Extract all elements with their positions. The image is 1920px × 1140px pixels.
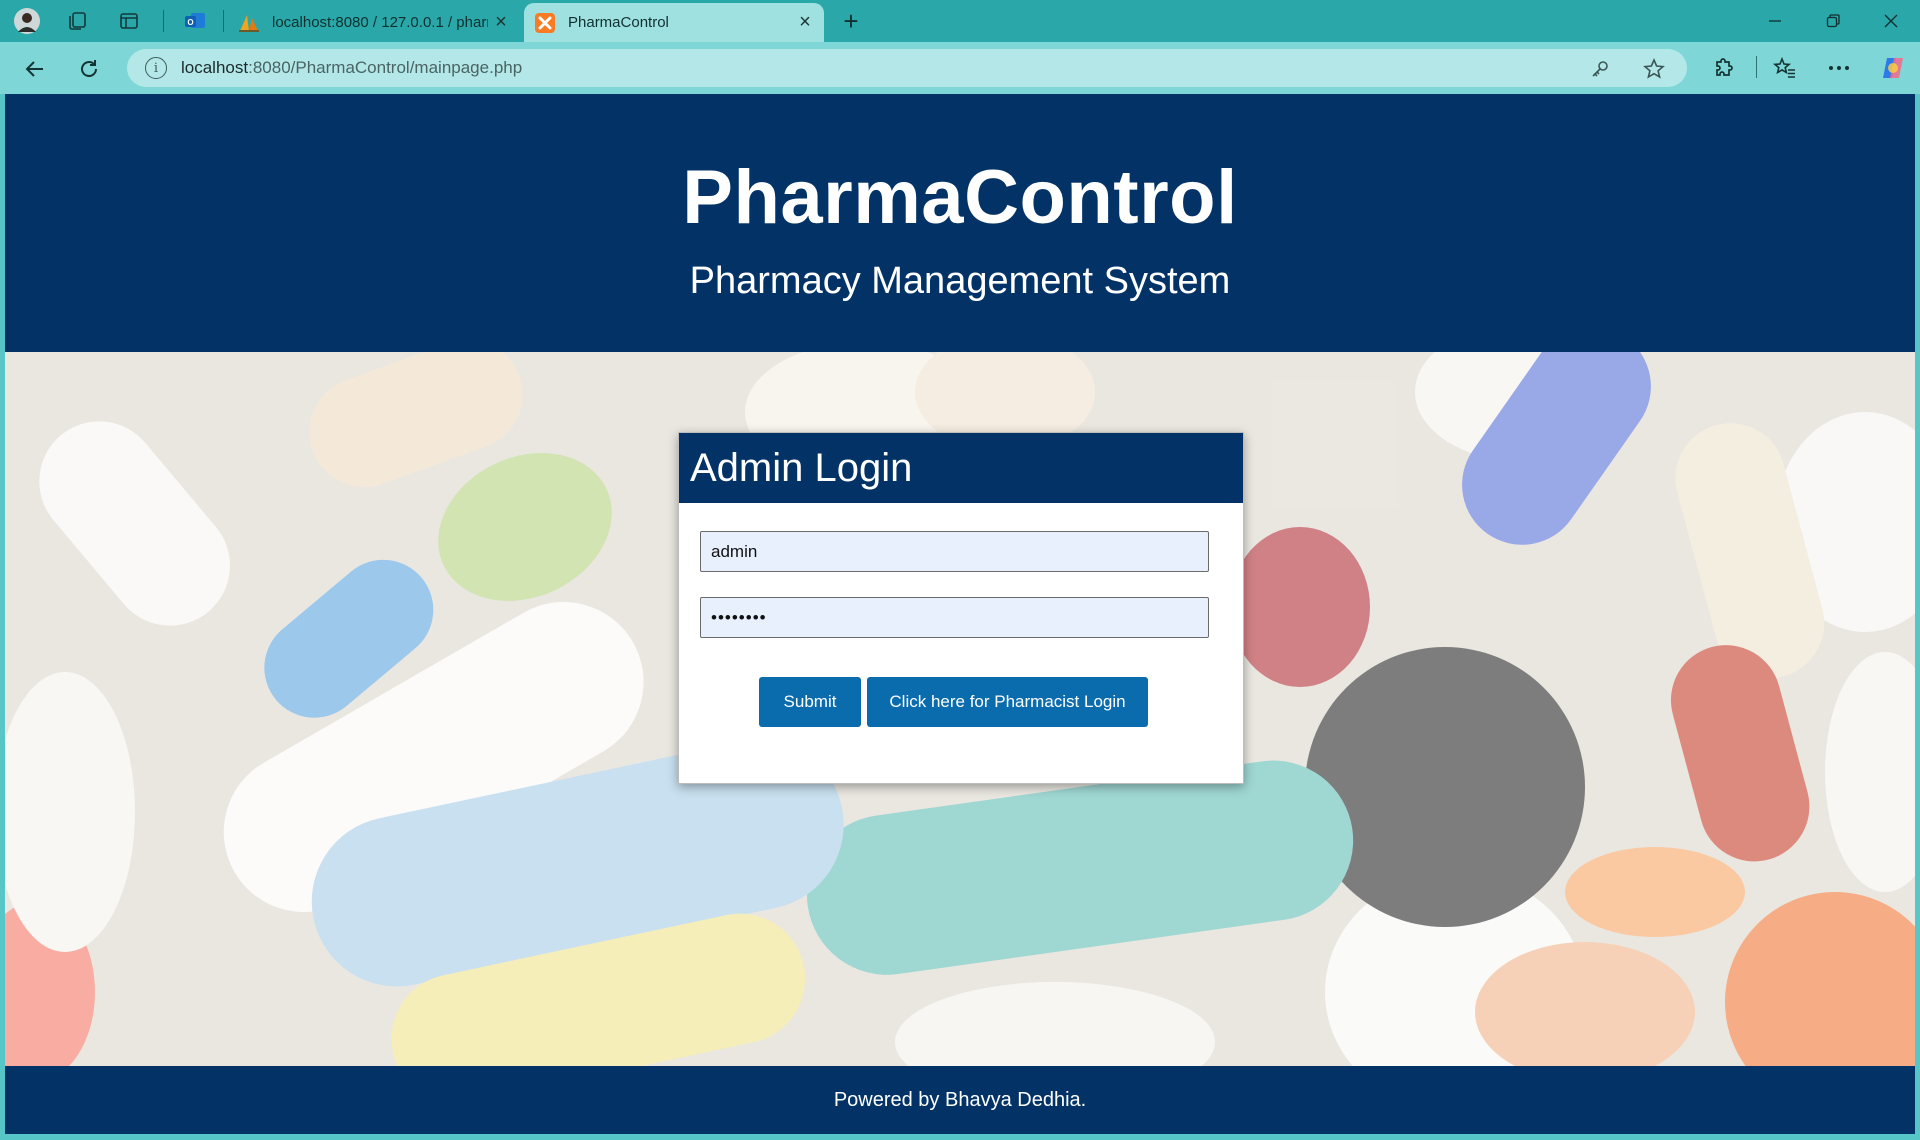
site-header: PharmaControl Pharmacy Management System [5, 94, 1915, 352]
username-input[interactable]: admin [700, 531, 1209, 572]
tab-title: PharmaControl [568, 14, 669, 31]
new-tab-button[interactable]: + [836, 6, 866, 36]
back-icon[interactable] [18, 52, 52, 86]
browser-toolbar: i localhost:8080/PharmaControl/mainpage.… [0, 42, 1920, 94]
submit-button[interactable]: Submit [759, 677, 861, 727]
favorites-icon[interactable] [1769, 52, 1801, 84]
web-page: PharmaControl Pharmacy Management System [5, 94, 1915, 1134]
site-info-icon[interactable]: i [145, 57, 167, 79]
restore-icon[interactable] [1804, 0, 1862, 42]
close-tab-icon[interactable]: × [488, 10, 514, 36]
minimize-icon[interactable] [1746, 0, 1804, 42]
tab-actions-icon[interactable] [114, 6, 144, 36]
address-bar[interactable]: i localhost:8080/PharmaControl/mainpage.… [127, 49, 1687, 87]
site-footer: Powered by Bhavya Dedhia. [5, 1066, 1915, 1134]
more-options-icon[interactable] [1823, 52, 1855, 84]
tab-separator [223, 10, 224, 32]
phpmyadmin-sail-icon [238, 12, 260, 34]
workspaces-icon[interactable] [62, 6, 92, 36]
password-input[interactable]: •••••••• [700, 597, 1209, 638]
login-heading: Admin Login [679, 433, 1243, 503]
xampp-icon [534, 12, 556, 34]
page-title: PharmaControl [682, 155, 1238, 240]
close-tab-icon[interactable]: × [792, 10, 818, 36]
outlook-icon[interactable]: O [180, 6, 210, 36]
tab-separator [163, 10, 164, 32]
admin-login-card: Admin Login admin •••••••• Submit Click … [678, 432, 1244, 784]
extensions-icon[interactable] [1708, 52, 1740, 84]
browser-tab-strip: O localhost:8080 / 127.0.0.1 / pharm × P… [0, 0, 1920, 42]
footer-text: Powered by Bhavya Dedhia. [833, 1088, 1087, 1111]
copilot-icon[interactable] [1877, 52, 1909, 84]
pharmacist-login-button[interactable]: Click here for Pharmacist Login [867, 677, 1148, 727]
url-text: localhost:8080/PharmaControl/mainpage.ph… [181, 58, 523, 77]
favorite-star-icon[interactable] [1641, 56, 1667, 82]
refresh-icon[interactable] [72, 52, 106, 86]
tab-phpmyadmin[interactable]: localhost:8080 / 127.0.0.1 / pharm × [228, 3, 520, 42]
tab-title: localhost:8080 / 127.0.0.1 / pharm [272, 14, 488, 31]
page-subtitle: Pharmacy Management System [689, 260, 1231, 302]
toolbar-separator [1756, 56, 1757, 78]
svg-text:O: O [187, 18, 193, 27]
tab-pharmacontrol[interactable]: PharmaControl × [524, 3, 824, 42]
password-key-icon[interactable] [1587, 56, 1613, 82]
close-window-icon[interactable] [1862, 0, 1920, 42]
profile-avatar[interactable] [12, 6, 42, 36]
